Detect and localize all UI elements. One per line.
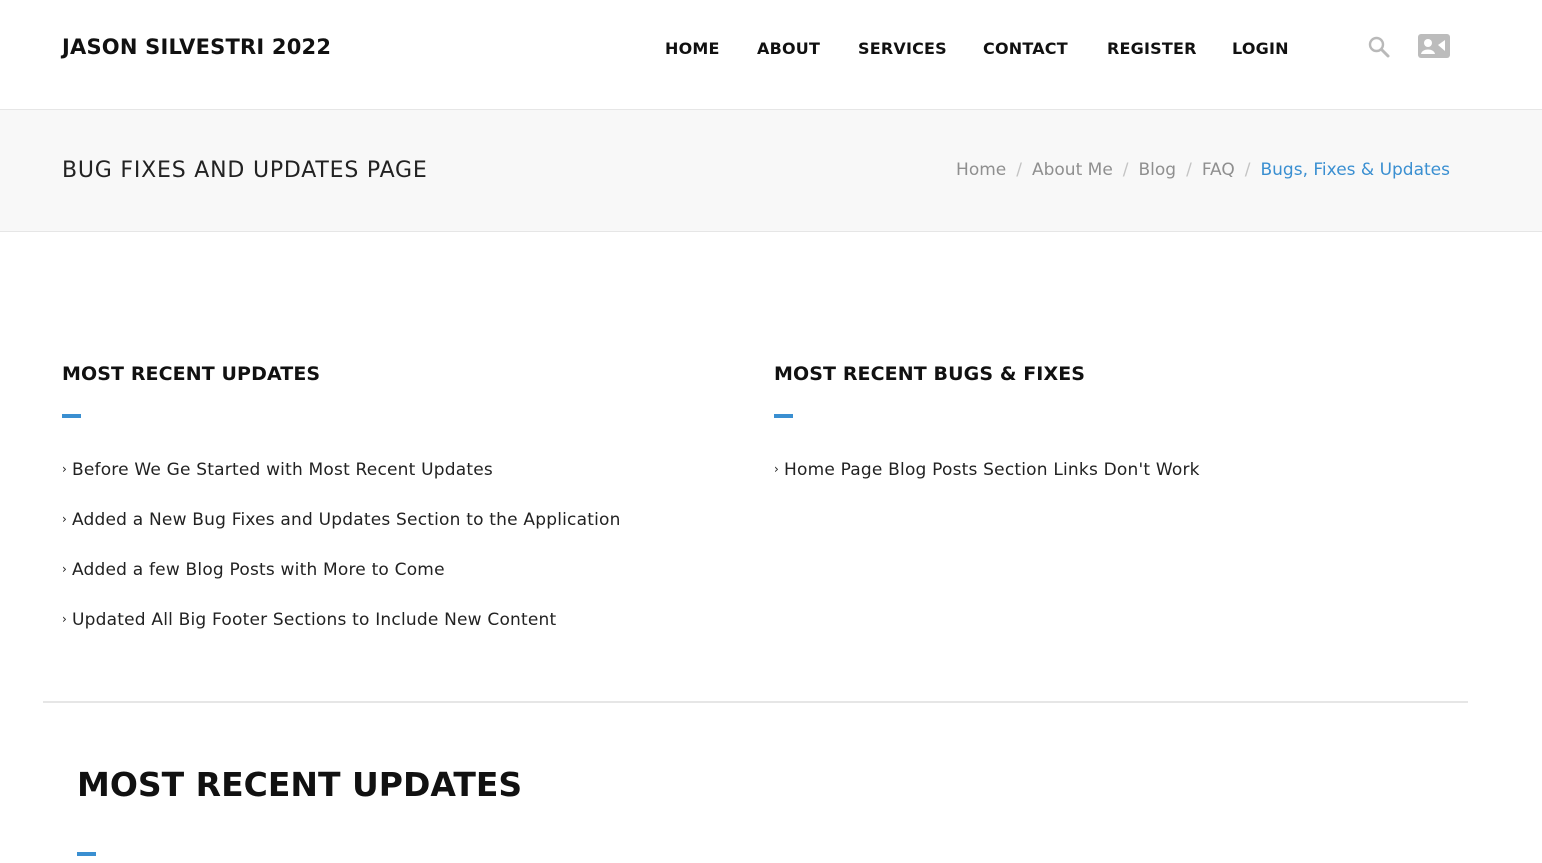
updates-heading: MOST RECENT UPDATES [62, 363, 321, 385]
nav-services[interactable]: SERVICES [858, 39, 947, 58]
chevron-right-icon: › [62, 462, 67, 476]
chevron-right-icon: › [774, 462, 779, 476]
breadcrumb-separator: / [1016, 160, 1022, 180]
breadcrumb-faq[interactable]: FAQ [1202, 160, 1235, 180]
breadcrumb-home[interactable]: Home [956, 160, 1006, 180]
nav-about[interactable]: ABOUT [757, 39, 820, 58]
nav-home[interactable]: HOME [665, 39, 720, 58]
page-title-bar: BUG FIXES AND UPDATES PAGE Home / About Me… [0, 110, 1542, 232]
page-title: BUG FIXES AND UPDATES PAGE [62, 158, 428, 183]
breadcrumb-separator: / [1186, 160, 1192, 180]
nav-contact[interactable]: CONTACT [983, 39, 1068, 58]
update-link[interactable]: Updated All Big Footer Sections to Inclu… [72, 610, 556, 630]
nav-register[interactable]: REGISTER [1107, 39, 1197, 58]
chevron-right-icon: › [62, 512, 67, 526]
list-item: › Added a New Bug Fixes and Updates Secti… [62, 510, 621, 560]
update-link[interactable]: Before We Ge Started with Most Recent Up… [72, 460, 493, 480]
list-item: › Home Page Blog Posts Section Links Don'… [774, 460, 1200, 510]
list-item: › Updated All Big Footer Sections to Incl… [62, 610, 621, 660]
update-link[interactable]: Added a few Blog Posts with More to Come [72, 560, 445, 580]
list-item: › Added a few Blog Posts with More to Com… [62, 560, 621, 610]
bugs-list: › Home Page Blog Posts Section Links Don'… [774, 460, 1200, 510]
section-accent-bar [77, 852, 96, 856]
breadcrumb-blog[interactable]: Blog [1139, 160, 1177, 180]
bug-link[interactable]: Home Page Blog Posts Section Links Don't… [784, 460, 1200, 480]
bugs-heading: MOST RECENT BUGS & FIXES [774, 363, 1086, 385]
main-nav: HOME ABOUT SERVICES CONTACT REGISTER LOG… [0, 39, 1542, 61]
chevron-right-icon: › [62, 562, 67, 576]
section-heading: MOST RECENT UPDATES [77, 765, 523, 804]
section-divider [43, 701, 1468, 703]
chevron-right-icon: › [62, 612, 67, 626]
contact-card-icon[interactable] [1418, 34, 1450, 62]
breadcrumb-separator: / [1244, 160, 1251, 180]
breadcrumb: Home / About Me / Blog / FAQ / Bugs, Fixes & Upd… [956, 160, 1450, 180]
search-icon[interactable] [1367, 35, 1391, 63]
updates-accent-bar [62, 414, 81, 418]
updates-list: › Before We Ge Started with Most Recent U… [62, 460, 621, 660]
site-header: JASON SILVESTRI 2022 HOME ABOUT SERVICES… [0, 0, 1542, 110]
breadcrumb-current: Bugs, Fixes & Updates [1260, 160, 1451, 180]
breadcrumb-about-me[interactable]: About Me [1032, 160, 1113, 180]
breadcrumb-separator: / [1122, 160, 1129, 180]
update-link[interactable]: Added a New Bug Fixes and Updates Sectio… [72, 510, 621, 530]
nav-login[interactable]: LOGIN [1232, 39, 1289, 58]
list-item: › Before We Ge Started with Most Recent U… [62, 460, 621, 510]
bugs-accent-bar [774, 414, 793, 418]
